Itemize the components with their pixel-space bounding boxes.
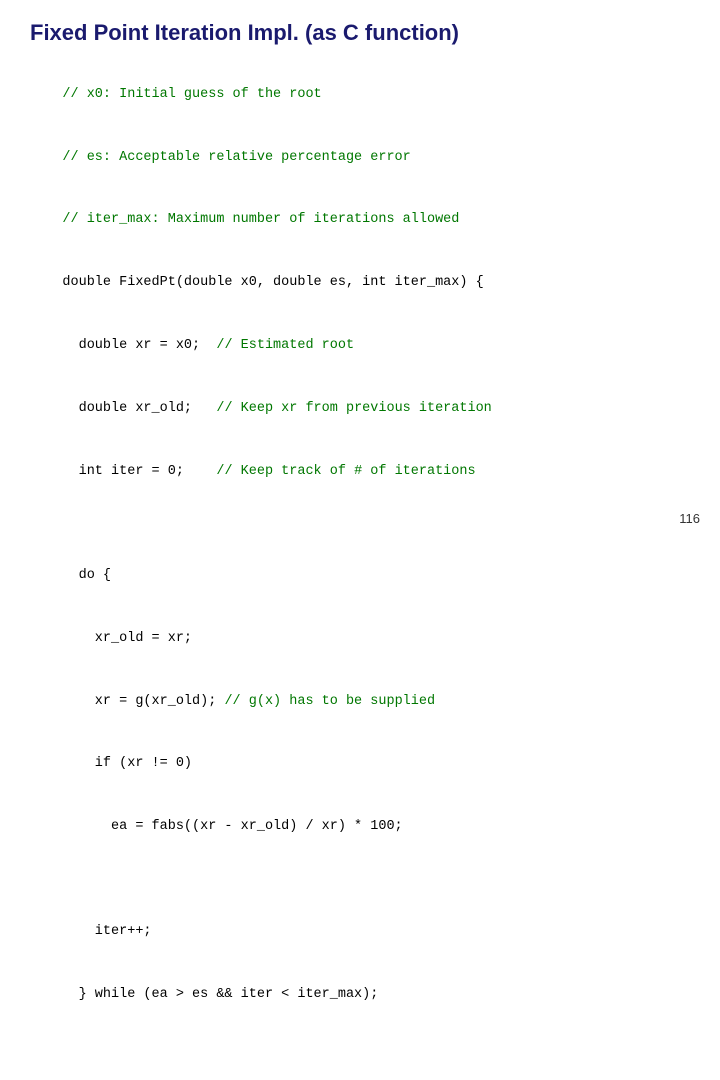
code-block: // x0: Initial guess of the root // es: … <box>30 64 690 1080</box>
code-line-if: if (xr != 0) <box>62 756 192 771</box>
slide-container: Fixed Point Iteration Impl. (as C functi… <box>0 0 720 540</box>
code-line-xr-assign: xr = g(xr_old); <box>62 694 224 709</box>
slide-title: Fixed Point Iteration Impl. (as C functi… <box>30 20 690 46</box>
page-number: 116 <box>679 511 700 526</box>
code-line-iterpp: iter++; <box>62 924 151 939</box>
comment-xr: // Estimated root <box>216 338 354 353</box>
comment-line-3: // iter_max: Maximum number of iteration… <box>62 212 459 227</box>
code-line-xrold-assign: xr_old = xr; <box>62 631 192 646</box>
comment-iter: // Keep track of # of iterations <box>216 464 475 479</box>
code-line-do: do { <box>62 568 111 583</box>
comment-gx: // g(x) has to be supplied <box>224 694 435 709</box>
code-line-xrold: double xr_old; <box>62 401 216 416</box>
code-line-while: } while (ea > es && iter < iter_max); <box>62 987 378 1002</box>
comment-line-1: // x0: Initial guess of the root <box>62 87 321 102</box>
comment-xrold: // Keep xr from previous iteration <box>216 401 491 416</box>
code-line-iter: int iter = 0; <box>62 464 216 479</box>
code-line-func: double FixedPt(double x0, double es, int… <box>62 275 483 290</box>
comment-line-2: // es: Acceptable relative percentage er… <box>62 150 410 165</box>
code-line-ea: ea = fabs((xr - xr_old) / xr) * 100; <box>62 819 402 834</box>
code-line-xr: double xr = x0; <box>62 338 216 353</box>
